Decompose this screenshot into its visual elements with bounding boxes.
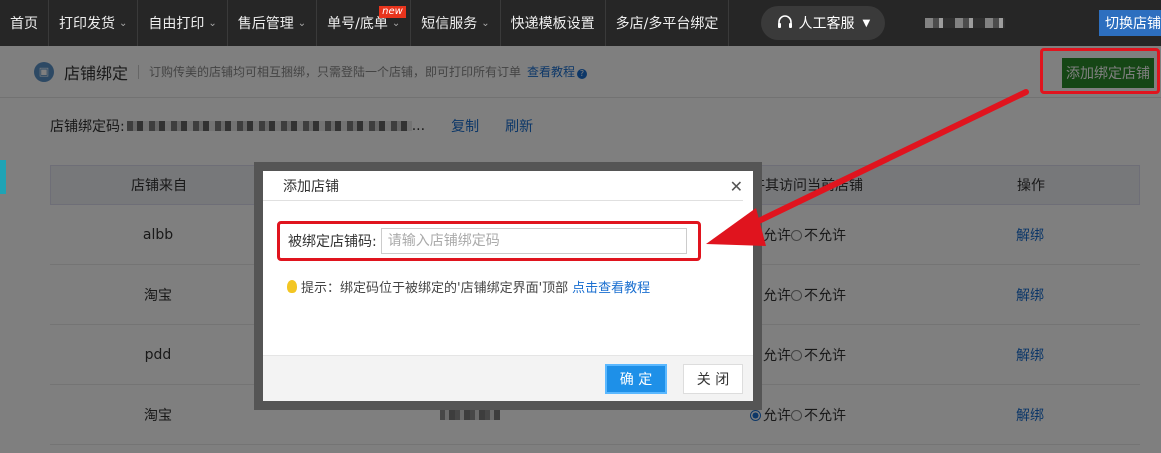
bind-code-field-label: 被绑定店铺码: — [288, 234, 377, 250]
confirm-button[interactable]: 确 定 — [605, 364, 667, 394]
add-shop-dialog-frame: 添加店铺 ✕ 被绑定店铺码: 提示：绑定码位于被绑定的'店铺绑定界面'顶部 点击… — [254, 162, 762, 410]
user-name-redacted — [925, 18, 1006, 28]
service-label: 人工客服 — [798, 16, 855, 32]
customer-service-button[interactable]: 人工客服 ▼ — [761, 6, 886, 40]
nav-label: 售后管理 — [237, 16, 294, 32]
nav-label: 快递模板设置 — [510, 16, 595, 32]
nav-item-template[interactable]: 快递模板设置 — [501, 0, 606, 46]
nav-item-multi-shop[interactable]: 多店/多平台绑定 — [606, 0, 730, 46]
dialog-title: 添加店铺 — [263, 171, 743, 201]
switch-shop-button[interactable]: 切换店铺 — [1099, 10, 1161, 36]
bind-code-field-row: 被绑定店铺码: — [277, 221, 701, 261]
chevron-down-icon: ⌄ — [481, 17, 490, 29]
chevron-down-icon: ⌄ — [391, 17, 401, 29]
headset-icon — [777, 15, 792, 28]
chevron-down-icon: ⌄ — [297, 17, 307, 29]
nav-item-free-print[interactable]: 自由打印 ⌄ — [138, 0, 228, 46]
close-button[interactable]: 关 闭 — [683, 364, 743, 394]
dialog-footer: 确 定 关 闭 — [263, 355, 753, 401]
nav-label: 打印发货 — [59, 16, 115, 32]
nav-item-after-sales[interactable]: 售后管理 ⌄ — [228, 0, 318, 46]
chevron-down-icon: ⌄ — [119, 17, 128, 29]
chevron-down-icon: ⌄ — [208, 17, 217, 29]
bind-code-input[interactable] — [380, 228, 687, 254]
tip-row: 提示：绑定码位于被绑定的'店铺绑定界面'顶部 点击查看教程 — [287, 277, 650, 296]
caret-down-icon: ▼ — [862, 17, 871, 29]
lightbulb-icon — [287, 280, 297, 293]
nav-label: 多店/多平台绑定 — [615, 16, 719, 32]
nav-label: 短信服务 — [421, 16, 478, 32]
nav-item-sms[interactable]: 短信服务 ⌄ — [411, 0, 501, 46]
nav-label: 自由打印 — [148, 16, 205, 32]
close-icon[interactable]: ✕ — [730, 177, 743, 196]
add-button-highlight — [1040, 48, 1160, 94]
add-shop-dialog: 添加店铺 ✕ 被绑定店铺码: 提示：绑定码位于被绑定的'店铺绑定界面'顶部 点击… — [263, 171, 753, 401]
nav-item-home[interactable]: 首页 — [0, 0, 49, 46]
view-tutorial-link[interactable]: 点击查看教程 — [572, 277, 650, 296]
nav-item-print-ship[interactable]: 打印发货 ⌄ — [49, 0, 139, 46]
top-nav: 首页 打印发货 ⌄ 自由打印 ⌄ 售后管理 ⌄ 单号/底单 new ⌄ 短信服务 ⌄ 快递模… — [0, 0, 1161, 46]
nav-label: 首页 — [10, 16, 38, 32]
new-badge: new — [379, 6, 406, 18]
nav-item-waybill[interactable]: 单号/底单 new ⌄ — [317, 0, 412, 46]
side-tab-marker — [0, 160, 6, 194]
tip-text: 提示：绑定码位于被绑定的'店铺绑定界面'顶部 — [301, 281, 569, 296]
